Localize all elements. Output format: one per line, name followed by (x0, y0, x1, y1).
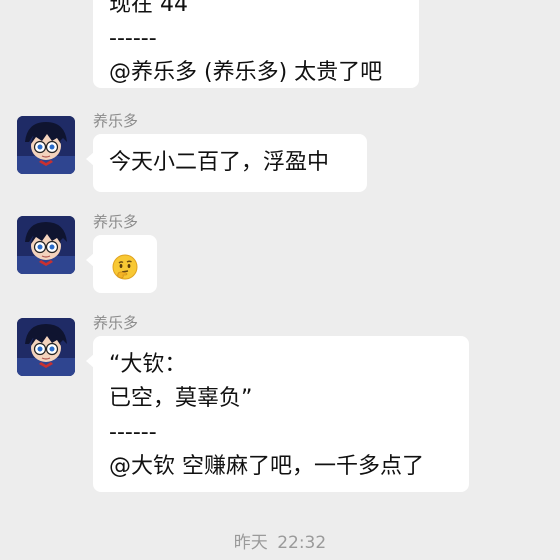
message-bubble[interactable]: 今天小二百了，浮盈中 (86, 134, 367, 192)
message-bubble[interactable] (86, 235, 157, 293)
message-line: @大钦 空赚麻了吧，一千多点了 (109, 454, 424, 479)
message-line: @养乐多 (养乐多) 太贵了吧 (109, 60, 383, 85)
avatar[interactable] (17, 318, 75, 376)
chat-window: 现在 44 ------ @养乐多 (养乐多) 太贵了吧 养乐多 今天小二百了，… (0, 0, 560, 560)
message-line: ------ (109, 420, 157, 445)
message-bubble[interactable]: 现在 44 ------ @养乐多 (养乐多) 太贵了吧 (93, 0, 419, 88)
sender-name: 养乐多 (93, 213, 139, 231)
timestamp: 昨天 22:32 (233, 533, 327, 553)
message-line: 现在 44 (109, 0, 188, 17)
message-line: 今天小二百了，浮盈中 (109, 150, 330, 175)
detective-boy-avatar-icon (17, 216, 75, 274)
message-line: ------ (109, 26, 157, 51)
sender-name: 养乐多 (93, 314, 139, 332)
detective-boy-avatar-icon (17, 318, 75, 376)
sender-name: 养乐多 (93, 112, 139, 130)
avatar[interactable] (17, 116, 75, 174)
avatar[interactable] (17, 216, 75, 274)
message-bubble[interactable]: “大钦： 已空，莫辜负” ------ @大钦 空赚麻了吧，一千多点了 (86, 336, 469, 492)
detective-boy-avatar-icon (17, 116, 75, 174)
message-line: “大钦： (109, 352, 187, 377)
message-line: 已空，莫辜负” (109, 386, 253, 411)
thinking-face-emoji-icon (112, 254, 138, 280)
